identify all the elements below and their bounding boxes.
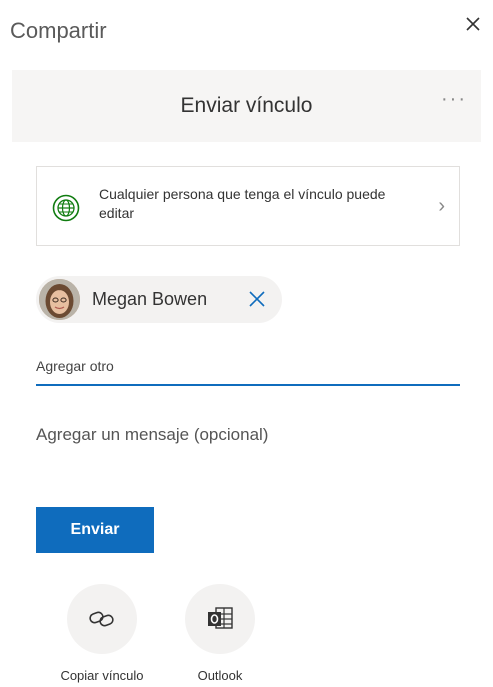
message-field[interactable]: Agregar un mensaje (opcional)	[36, 425, 268, 445]
header-bar: Enviar vínculo ···	[12, 70, 481, 142]
close-icon	[249, 291, 265, 307]
share-dialog: Compartir Enviar vínculo ··· Cualquier p…	[0, 0, 493, 687]
header-title: Enviar vínculo	[180, 94, 313, 117]
copy-link-circle	[67, 584, 137, 654]
outlook-icon	[208, 607, 233, 629]
outlook-label: Outlook	[197, 668, 243, 683]
copy-link-label: Copiar vínculo	[60, 668, 144, 683]
avatar	[39, 279, 80, 320]
recipient-chip[interactable]: Megan Bowen	[36, 276, 282, 323]
chevron-right-icon: ›	[438, 195, 445, 217]
copy-link-button[interactable]: Copiar vínculo	[52, 584, 152, 683]
close-button[interactable]	[461, 12, 485, 36]
recipient-name: Megan Bowen	[92, 289, 208, 309]
add-recipient-input[interactable]	[36, 348, 460, 386]
outlook-circle	[185, 584, 255, 654]
more-options-button[interactable]: ···	[441, 88, 467, 111]
send-button[interactable]: Enviar	[36, 507, 154, 553]
link-permission-button[interactable]: Cualquier persona que tenga el vínculo p…	[36, 166, 460, 246]
close-icon	[466, 17, 480, 31]
globe-icon	[52, 194, 80, 222]
permission-text: Cualquier persona que tenga el vínculo p…	[99, 186, 386, 221]
link-icon	[89, 611, 114, 627]
remove-recipient-button[interactable]	[244, 286, 270, 312]
dialog-title: Compartir	[10, 18, 107, 43]
outlook-button[interactable]: Outlook	[170, 584, 270, 683]
